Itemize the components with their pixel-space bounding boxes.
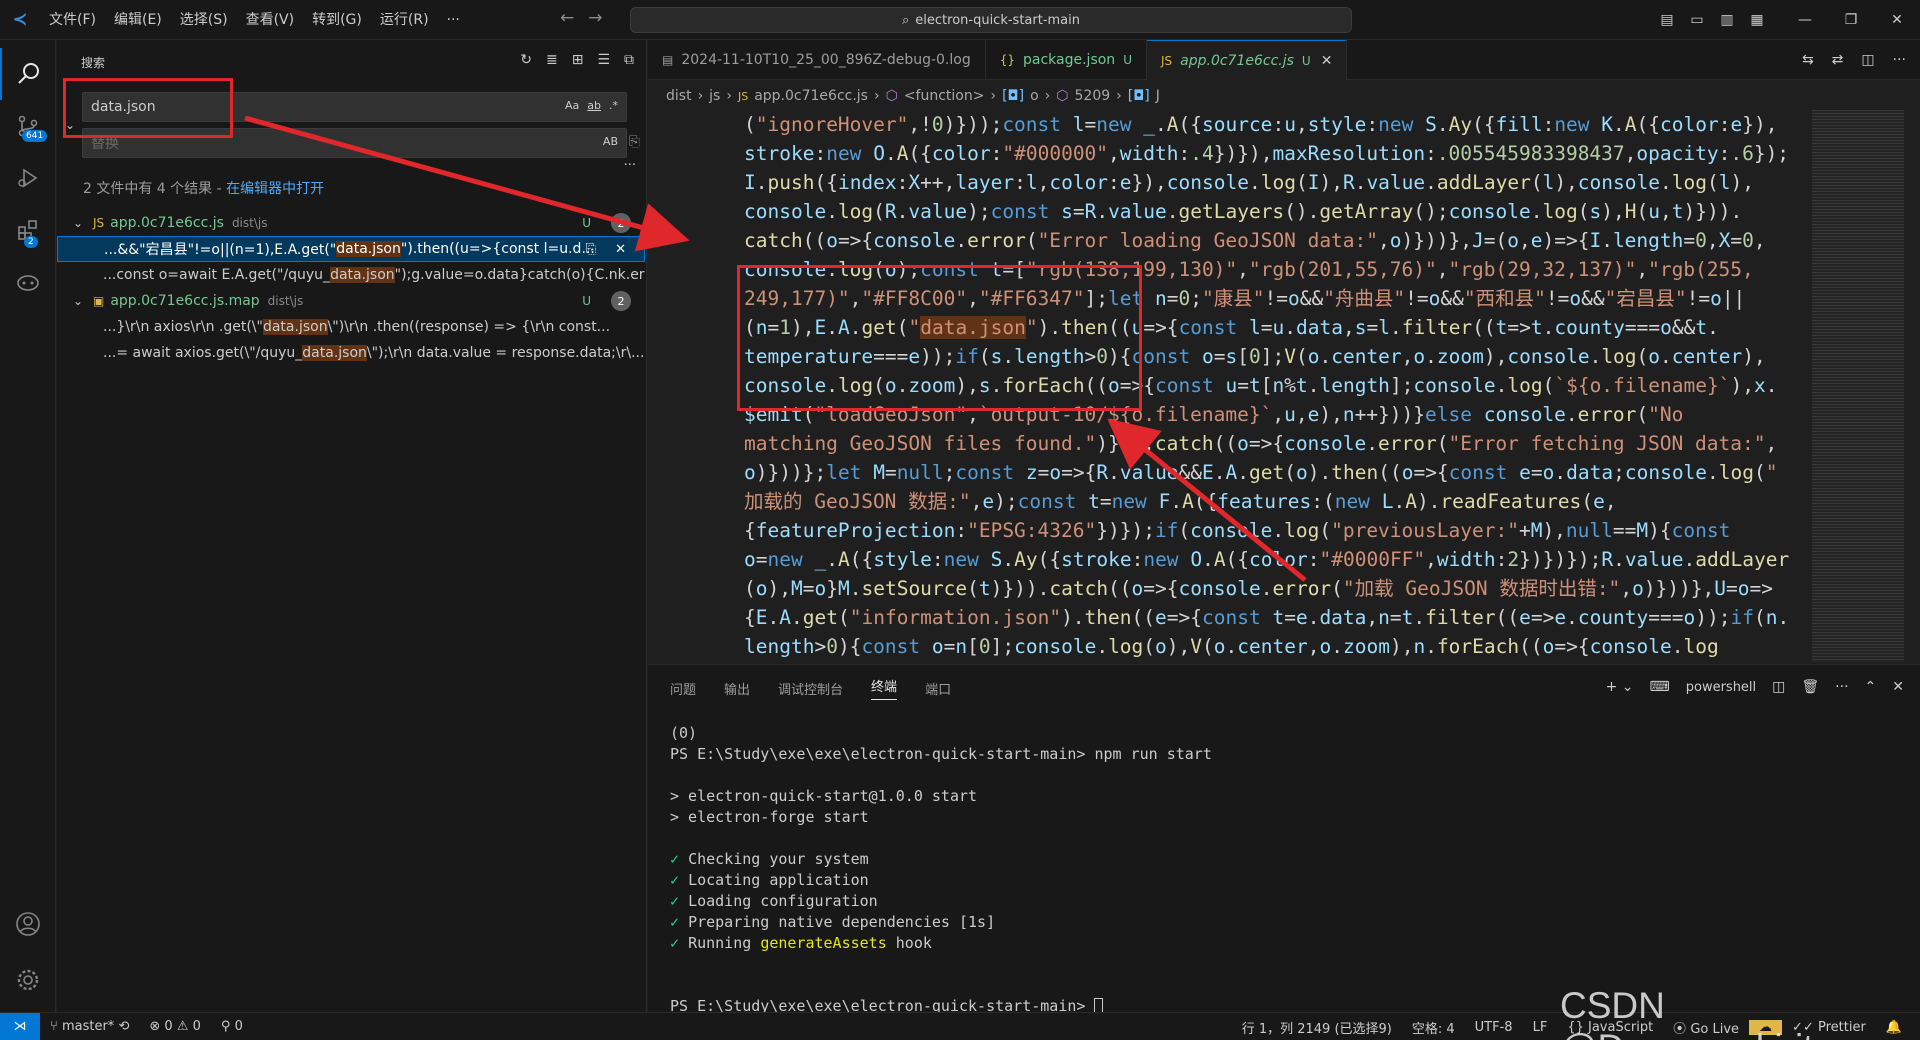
annotation-arrow xyxy=(244,115,690,252)
annotation-arrows xyxy=(244,115,1307,582)
annotation-arrow xyxy=(1107,418,1307,582)
watermark: CSDN @Demons_kirit xyxy=(1560,985,1813,1040)
